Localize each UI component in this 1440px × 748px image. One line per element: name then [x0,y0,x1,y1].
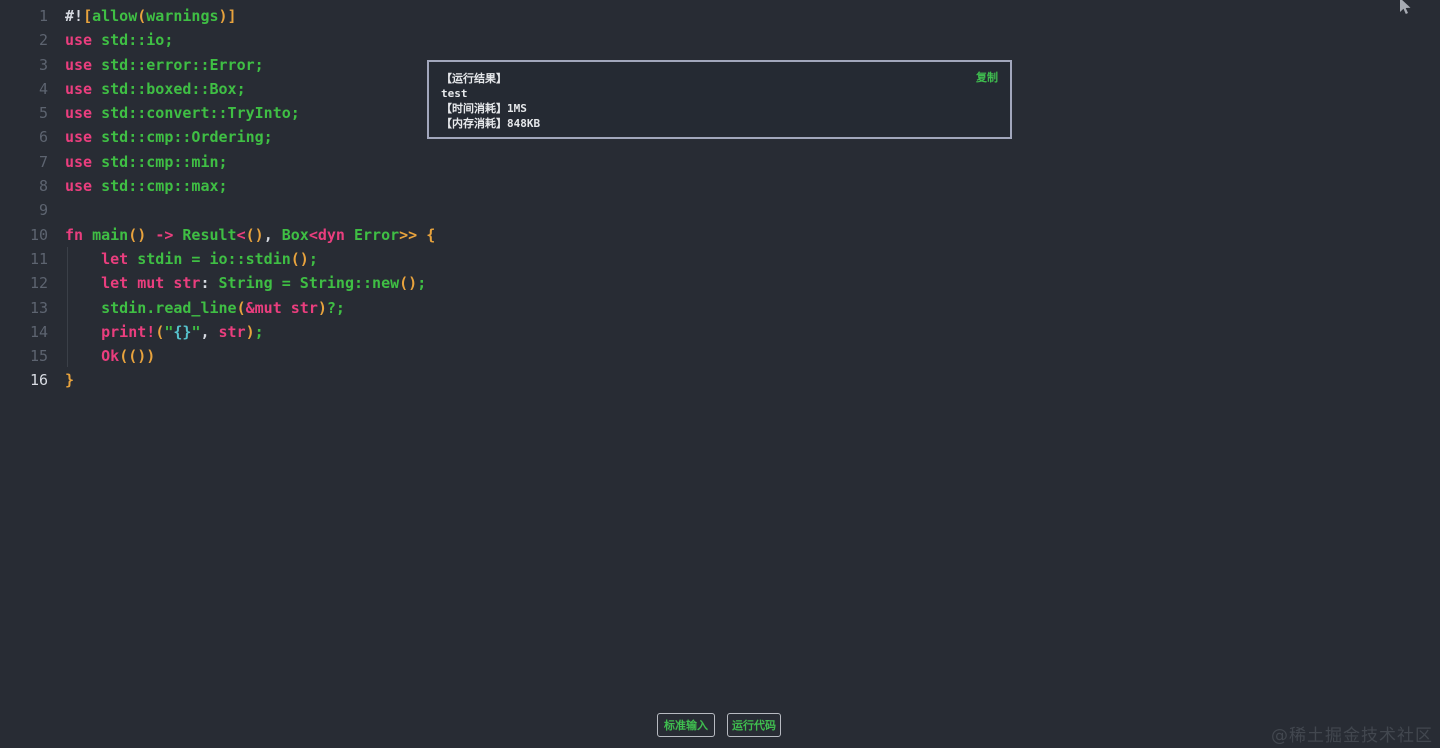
line-number: 4 [38,79,48,98]
code-line: 15 Ok(()) [0,344,1440,368]
code-line: 14 print!("{}", str); [0,320,1440,344]
line-number: 2 [38,31,48,50]
result-time: 【时间消耗】1MS [441,102,527,115]
code-text: use std::boxed::Box; [65,79,246,98]
code-text: fn main() -> Result<(), Box<dyn Error>> … [65,225,436,244]
code-text: use std::io; [65,31,174,50]
code-line: 10 fn main() -> Result<(), Box<dyn Error>… [0,223,1440,247]
line-number: 6 [38,128,48,147]
result-title: 【运行结果】 [441,72,507,85]
code-text: print!("{}", str); [101,322,264,341]
watermark-text: @稀土掘金技术社区 [1271,726,1433,746]
line-number: 3 [38,55,48,74]
code-line: 13 stdin.read_line(&mut str)?; [0,296,1440,320]
stdin-button[interactable]: 标准输入 [657,713,715,737]
mouse-cursor-icon [1400,0,1411,14]
line-number: 5 [38,104,48,123]
line-number: 7 [38,152,48,171]
result-output: test [441,87,468,100]
line-number: 16 [29,371,48,390]
line-number: 13 [29,298,48,317]
indent-guide [67,247,68,367]
code-text: stdin.read_line(&mut str)?; [101,298,345,317]
code-text: use std::convert::TryInto; [65,104,300,123]
code-text: } [65,371,75,390]
code-text: #![allow(warnings)] [65,7,237,25]
code-text: use std::cmp::min; [65,152,228,171]
code-text: use std::cmp::max; [65,177,228,196]
line-number: 12 [29,274,48,293]
line-number: 11 [29,249,48,268]
code-line: 11 let stdin = io::stdin(); [0,247,1440,271]
page: 1 #![allow(warnings)] 2 use std::io; 3 use st… [0,0,1440,748]
code-line: 12 let mut str: String = String::new(); [0,271,1440,295]
line-number: 1 [38,7,48,25]
code-line: 8 use std::cmp::max; [0,174,1440,198]
line-number: 8 [38,177,48,196]
code-line: 1 #![allow(warnings)] [0,4,1440,28]
code-line: 7 use std::cmp::min; [0,150,1440,174]
line-number: 10 [29,225,48,244]
copy-button[interactable]: 复制 [976,69,998,85]
line-number: 15 [29,347,48,366]
code-text: use std::error::Error; [65,55,264,74]
code-text: let stdin = io::stdin(); [101,249,318,268]
code-line: 16} [0,368,1440,392]
code-line: 9 [0,198,1440,222]
code-text: let mut str: String = String::new(); [101,274,427,293]
run-code-button[interactable]: 运行代码 [727,713,781,737]
code-line: 2 use std::io; [0,28,1440,52]
code-text: use std::cmp::Ordering; [65,128,273,147]
line-number: 9 [38,201,48,220]
run-result-popup: 【运行结果】 test 【时间消耗】1MS 【内存消耗】848KB 复制 [427,60,1012,139]
code-text: Ok(()) [101,347,156,366]
line-number: 14 [29,322,48,341]
result-memory: 【内存消耗】848KB [441,117,541,130]
